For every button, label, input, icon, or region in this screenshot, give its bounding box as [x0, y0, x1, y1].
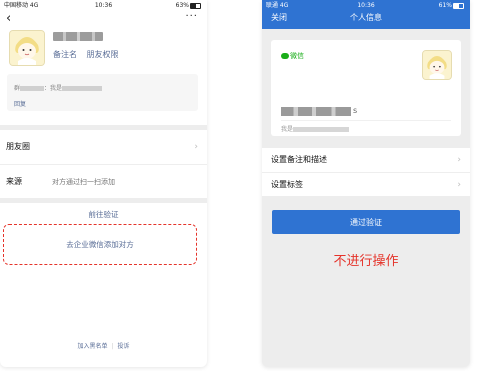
battery-indicator: 63% — [176, 0, 201, 11]
profile-header: 中国移动 4G 10:36 63% ‹ ··· 备注名 朋友权限 群 ：我是 回… — [0, 0, 207, 125]
info-rows: 朋友圈 › 来源 对方通过扫一扫添加 — [0, 130, 207, 198]
avatar[interactable] — [9, 30, 45, 66]
card-divider — [281, 120, 451, 121]
nickname-suffix: s — [353, 106, 358, 115]
battery-percent: 61% — [438, 2, 452, 9]
wechat-friend-request-screen: 中国移动 4G 10:36 63% ‹ ··· 备注名 朋友权限 群 ：我是 回… — [0, 0, 207, 367]
remark-link[interactable]: 备注名 — [53, 50, 77, 59]
highlight-box: 去企业微信添加对方 — [3, 224, 197, 265]
wechat-label: 微信 — [290, 52, 304, 60]
chevron-right-icon: › — [457, 180, 461, 190]
set-tag-row[interactable]: 设置标签 › — [262, 173, 470, 197]
nav-bar: 关闭 个人信息 — [262, 11, 470, 29]
greeting-redacted — [293, 127, 350, 132]
moments-label: 朋友圈 — [6, 142, 30, 151]
group-name-redacted — [20, 86, 45, 91]
chevron-right-icon: › — [194, 142, 198, 152]
profile-links: 备注名 朋友权限 — [53, 49, 126, 60]
avatar-cartoon-icon — [10, 31, 44, 65]
page-title: 个人信息 — [350, 13, 382, 22]
chevron-left-icon[interactable]: ‹ — [6, 11, 11, 26]
add-via-wecom-link[interactable]: 去企业微信添加对方 — [4, 239, 196, 250]
reply-link[interactable]: 回复 — [14, 99, 26, 108]
battery-indicator: 61% — [439, 0, 464, 11]
moments-row[interactable]: 朋友圈 › — [0, 130, 207, 165]
wechat-icon — [281, 53, 289, 59]
status-bar: 联通 4G 10:36 61% — [262, 0, 470, 11]
no-action-annotation: 不进行操作 — [333, 254, 399, 269]
nav-bar: ‹ ··· — [0, 11, 207, 27]
report-link[interactable]: 投诉 — [118, 343, 130, 350]
nickname-redacted — [281, 107, 351, 116]
contact-card: 微信 s 我是 — [271, 40, 461, 136]
chevron-right-icon: › — [457, 155, 461, 165]
greeting-message-box: 群：我是 回复 — [7, 74, 198, 111]
header-bar: 联通 4G 10:36 61% 关闭 个人信息 — [262, 0, 470, 29]
greeting-middle: ：我是 — [44, 85, 63, 92]
more-icon[interactable]: ··· — [185, 11, 198, 23]
status-bar: 中国移动 4G 10:36 63% — [0, 0, 207, 11]
wechat-badge: 微信 — [281, 51, 304, 61]
source-row: 来源 对方通过扫一扫添加 — [0, 165, 207, 199]
avatar-cartoon-icon — [423, 51, 451, 79]
battery-icon — [190, 2, 201, 9]
greeting-message: 群：我是 — [14, 83, 103, 92]
blacklist-link[interactable]: 加入黑名单 — [77, 343, 107, 350]
settings-rows: 设置备注和描述 › 设置标签 › — [262, 148, 470, 196]
approve-verification-button[interactable]: 通过验证 — [272, 210, 460, 234]
nickname-redacted — [53, 32, 103, 41]
wecom-personal-info-screen: 联通 4G 10:36 61% 关闭 个人信息 微信 s 我是 设置备注和描述 … — [262, 0, 470, 367]
avatar[interactable] — [422, 50, 452, 80]
set-tag-label: 设置标签 — [271, 180, 303, 189]
actions-panel: 前往验证 去企业微信添加对方 加入黑名单 | 投诉 — [0, 203, 207, 367]
battery-percent: 63% — [175, 2, 189, 9]
set-remark-row[interactable]: 设置备注和描述 › — [262, 148, 470, 173]
battery-icon — [453, 2, 464, 9]
footer-links: 加入黑名单 | 投诉 — [0, 341, 207, 350]
source-label: 来源 — [6, 177, 22, 186]
set-remark-label: 设置备注和描述 — [271, 155, 327, 164]
greeting-prefix: 我是 — [281, 126, 294, 133]
greeting-name-redacted — [62, 86, 103, 91]
greeting-line: 我是 — [281, 124, 350, 133]
source-value: 对方通过扫一扫添加 — [52, 178, 115, 186]
permission-link[interactable]: 朋友权限 — [87, 50, 119, 59]
footer-separator: | — [111, 343, 114, 350]
go-verify-link[interactable]: 前往验证 — [0, 209, 207, 220]
